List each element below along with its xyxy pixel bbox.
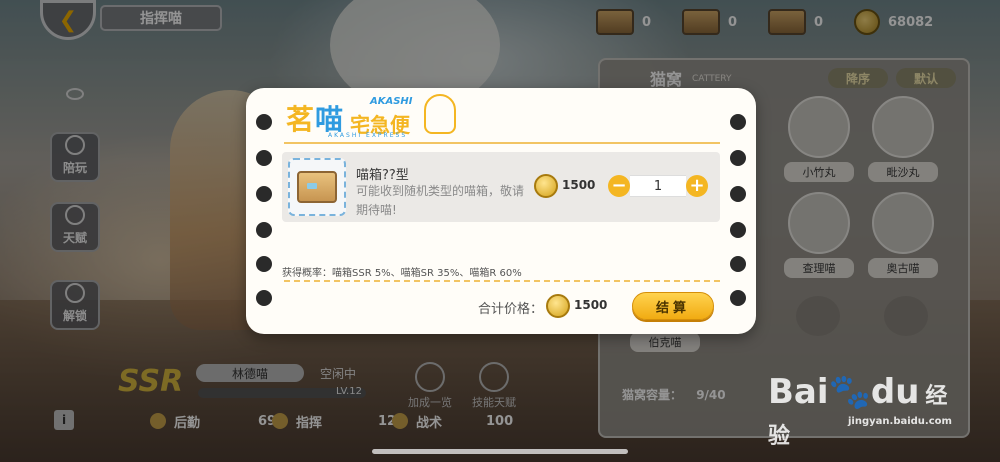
coin-icon <box>546 294 570 318</box>
ticket-hole <box>256 186 272 202</box>
item-name: 喵箱??型 <box>356 168 409 183</box>
total-price-label: 合计价格： <box>478 302 544 317</box>
shop-item-row: 喵箱??型 可能收到随机类型的喵箱，敬请期待喵! 1500 − 1 + <box>282 152 720 222</box>
ticket-hole <box>730 256 746 272</box>
ticket-hole <box>256 290 272 306</box>
logo-akashi-text: AKASHI <box>370 96 413 107</box>
coin-icon <box>534 174 558 198</box>
increase-quantity-button[interactable]: + <box>686 175 708 197</box>
item-thumbnail <box>288 158 346 216</box>
cat-box-icon <box>297 171 337 203</box>
logo-express-text: AKASHI EXPRESS <box>328 132 408 139</box>
akashi-mascot-icon <box>424 94 456 134</box>
ticket-hole <box>730 150 746 166</box>
ticket-hole <box>730 290 746 306</box>
dashed-divider <box>284 280 720 282</box>
quantity-stepper: − 1 + <box>608 174 708 198</box>
decrease-quantity-button[interactable]: − <box>608 175 630 197</box>
ticket-hole <box>730 222 746 238</box>
item-price: 1500 <box>562 178 596 192</box>
purchase-modal: 茗喵 宅急便 AKASHI AKASHI EXPRESS 喵箱??型 可能收到随… <box>246 88 756 334</box>
ticket-hole <box>256 114 272 130</box>
ticket-hole <box>256 222 272 238</box>
ticket-hole <box>730 114 746 130</box>
total-price-value: 1500 <box>574 298 608 312</box>
drop-probability: 获得概率：喵箱SSR 5%、喵箱SR 35%、喵箱R 60% <box>282 268 522 279</box>
ticket-hole <box>730 186 746 202</box>
ticket-hole <box>256 150 272 166</box>
quantity-value[interactable]: 1 <box>630 175 686 197</box>
baidu-jingyan-watermark: Bai🐾du 经验 jingyan.baidu.com <box>768 372 952 449</box>
checkout-button[interactable]: 结算 <box>632 292 714 320</box>
ticket-hole <box>256 256 272 272</box>
divider <box>284 142 720 144</box>
home-indicator[interactable] <box>372 449 628 454</box>
item-description: 可能收到随机类型的喵箱，敬请期待喵! <box>356 184 525 217</box>
